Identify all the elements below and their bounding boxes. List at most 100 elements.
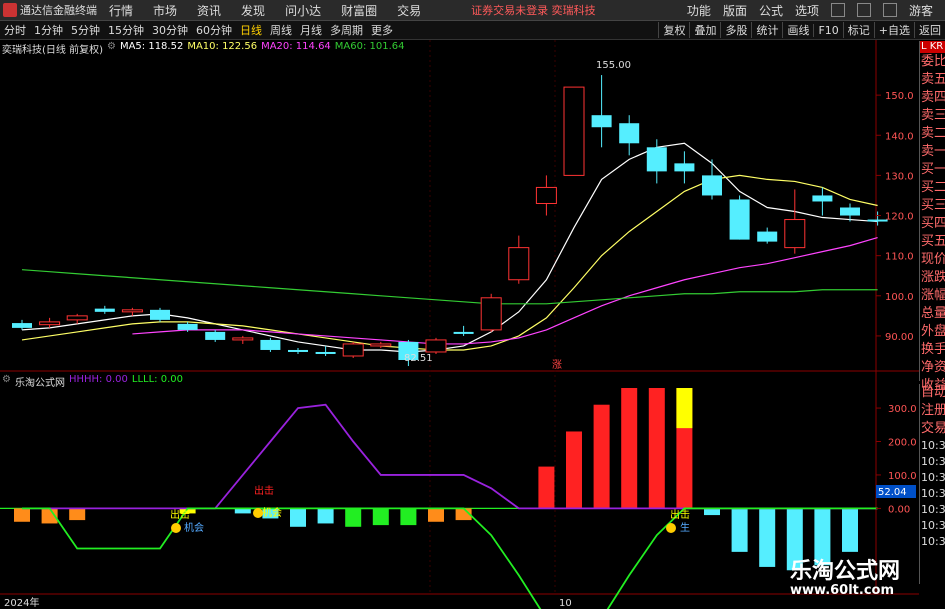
y-tick-label: 110.0	[885, 252, 914, 263]
sidebar-item[interactable]: 交易	[920, 420, 945, 438]
indicator-bar	[621, 388, 638, 509]
signal-jihui-2: 机会	[184, 521, 204, 534]
candle-body-down	[702, 175, 722, 196]
indicator-bar	[372, 508, 389, 526]
candle-body-up	[784, 219, 806, 249]
indicator-bar-top	[676, 388, 693, 429]
indicator-bar	[290, 508, 306, 527]
signal-chuji-3: 出击	[670, 508, 690, 521]
ma-line-ma60	[21, 269, 878, 305]
candle-body-down	[453, 331, 474, 334]
sidebar-corner: L KR	[920, 41, 945, 53]
indicator-bar	[593, 404, 610, 509]
sidebar-item: 卖一	[921, 144, 945, 159]
candle-body-down	[150, 309, 170, 320]
candle-body-up	[563, 86, 585, 176]
candle-body-up	[508, 247, 530, 281]
sidebar-item: 买四	[921, 216, 945, 231]
candle-body-down	[288, 349, 308, 352]
y-tick-label: 120.0	[885, 212, 914, 223]
sidebar-item: 买二	[921, 180, 945, 195]
sidebar-item: 换手	[921, 342, 945, 357]
y-tick-label: 0.00	[888, 504, 910, 515]
y-tick-label: 200.0	[888, 438, 917, 449]
sidebar-item: 现价	[921, 252, 945, 267]
time-row: 10:34	[921, 439, 945, 452]
indicator-bar	[704, 508, 720, 516]
sidebar-item: 涨幅	[921, 288, 945, 303]
signal-sheng: 生	[680, 521, 690, 534]
y-tick-label: 140.0	[885, 131, 914, 142]
candle-body-up	[121, 309, 143, 313]
indicator-line-hhhh	[22, 403, 878, 510]
time-row: 10:34	[921, 487, 945, 500]
time-row: 10:34	[921, 519, 945, 532]
axis-date-mid: 10	[559, 598, 572, 609]
watermark: 乐淘公式网 www.60lt.com	[770, 553, 945, 609]
candle-body-down	[94, 308, 115, 312]
candle-body-up	[39, 321, 61, 326]
signal-coin-icon-2	[666, 523, 676, 533]
indicator-bar	[69, 508, 86, 521]
watermark-url: www.60lt.com	[790, 583, 895, 598]
sidebar-item: 总量	[921, 306, 945, 321]
indicator-bar	[400, 508, 417, 526]
sidebar-item: 卖三	[921, 108, 945, 123]
time-row: 10:34	[921, 503, 945, 516]
candle-body-up	[66, 315, 88, 321]
low-price-label: 82.51	[404, 353, 433, 364]
candle-body-up	[535, 186, 557, 204]
candle-body-down	[205, 331, 226, 340]
indicator-bar	[648, 388, 665, 509]
sidebar-item: 卖二	[921, 126, 945, 141]
y-tick-label: 150.0	[885, 91, 914, 102]
indicator-bar	[842, 508, 858, 552]
axis-date-left: 2024年	[4, 596, 39, 609]
time-row: 10:34	[921, 535, 945, 548]
watermark-title: 乐淘公式网	[790, 559, 901, 584]
candle-body-up	[342, 343, 364, 357]
candle-body-down	[757, 231, 778, 242]
signal-coin-icon-1	[171, 523, 181, 533]
candle-body-up	[425, 339, 447, 353]
indicator-bar	[566, 431, 582, 509]
sidebar-item: 卖四	[921, 90, 945, 105]
sidebar-item: 买三	[921, 198, 945, 213]
candle-body-up	[370, 343, 392, 347]
sidebar-item: 卖五	[921, 72, 945, 87]
y-tick-label: 100.0	[888, 471, 917, 482]
indicator-value: 52.04	[878, 487, 907, 498]
sidebar-item: 买一	[921, 162, 945, 177]
indicator-bar	[538, 466, 555, 509]
candle-body-down	[12, 323, 32, 328]
indicator-bar	[317, 508, 334, 524]
ma-line-ma20	[132, 237, 878, 345]
candle-body-down	[812, 195, 833, 202]
candle-body-down	[674, 163, 695, 172]
ma-line-ma5	[21, 142, 878, 353]
candle-body-down	[729, 199, 750, 240]
time-row: 10:34	[921, 471, 945, 484]
candle-body-down	[177, 323, 198, 330]
candle-body-up	[480, 297, 502, 331]
candle-body-up	[232, 337, 254, 341]
sidebar-item: 涨跌	[921, 270, 945, 285]
y-tick-label: 300.0	[888, 404, 917, 415]
signal-chuji-2: 出击	[170, 508, 190, 521]
candle-body-down	[840, 207, 860, 216]
indicator-bar	[345, 508, 362, 527]
kline-chart[interactable]: 90.00 100.0 110.0 120.0 130.0 140.0 150.0 0.00 1…	[0, 0, 945, 609]
sidebar-item: 买五	[921, 234, 945, 249]
indicator-bar	[14, 508, 30, 522]
y-tick-label: 130.0	[885, 171, 914, 182]
sidebar-item[interactable]: 自动	[920, 384, 945, 402]
candle-body-down	[619, 123, 640, 144]
signal-jihui-1: 机会	[262, 506, 282, 519]
signal-coin-icon-3	[253, 508, 263, 518]
sidebar-item: 外盘	[921, 324, 945, 339]
signal-chuji-1: 出击	[254, 484, 274, 497]
rise-marker: 涨	[552, 359, 562, 371]
sidebar-item[interactable]: 注册	[920, 402, 945, 420]
sidebar-item: 委比	[921, 54, 945, 69]
y-tick-label: 90.00	[885, 332, 914, 343]
